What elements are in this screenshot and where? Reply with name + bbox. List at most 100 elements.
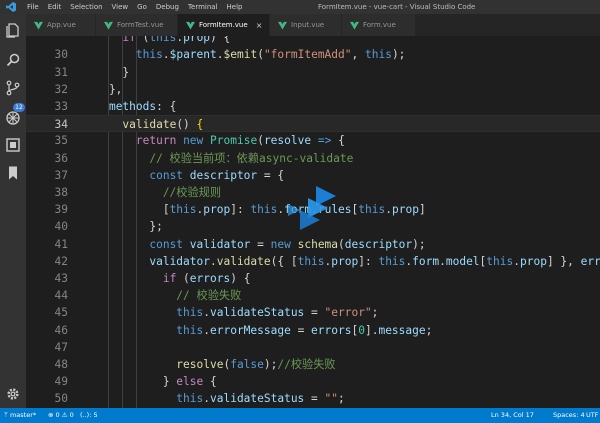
menu-item-debug[interactable]: Debug	[156, 0, 179, 14]
tab-form-vue[interactable]: Form.vue	[342, 14, 416, 36]
line-number: 43	[54, 272, 68, 285]
code-token: {	[203, 375, 217, 389]
code-token: =>	[317, 134, 332, 148]
code-line[interactable]: 32 },	[26, 81, 600, 98]
code-token: this	[297, 254, 325, 268]
code-line[interactable]: 31 }	[26, 64, 600, 81]
menu-item-go[interactable]: Go	[137, 0, 147, 14]
vue-file-icon	[278, 21, 287, 30]
code-token: errors	[189, 272, 231, 285]
line-number: 34	[54, 118, 68, 132]
code-token: descriptor	[189, 168, 258, 182]
code-token: //校验规则	[82, 186, 222, 199]
code-line[interactable]: 33 methods: {	[26, 98, 600, 115]
source-control-icon[interactable]	[5, 80, 21, 96]
code-line[interactable]: 36 // 校验当前项：依赖async-validate	[26, 150, 600, 167]
code-token: this	[169, 203, 197, 217]
menu-item-view[interactable]: View	[112, 0, 129, 14]
line-number: 44	[54, 289, 68, 303]
close-icon[interactable]: ×	[256, 21, 263, 30]
line-number: 45	[54, 306, 68, 320]
debug-icon[interactable]	[5, 110, 21, 126]
menu-item-help[interactable]: Help	[227, 0, 243, 14]
branch-indicator[interactable]: ᛘ master*	[4, 408, 36, 423]
search-icon[interactable]	[5, 52, 21, 68]
explorer-icon[interactable]	[5, 22, 21, 38]
code-line[interactable]: 35 return new Promise(resolve => {	[26, 132, 600, 149]
code-line[interactable]: 30 this.$parent.$emit("formItemAdd", thi…	[26, 46, 600, 63]
code-line[interactable]: if (this.prop) {	[26, 36, 600, 46]
code-token: validator	[189, 237, 251, 251]
code-token: this	[135, 48, 163, 62]
error-icon: ⊗	[48, 411, 54, 419]
tab-label: App.vue	[47, 21, 76, 29]
code-text: };	[82, 218, 162, 235]
code-token: .	[216, 48, 224, 62]
tab-input-vue[interactable]: Input.vue	[270, 14, 342, 36]
tab-label: FormItem.vue	[199, 21, 248, 29]
code-text: this.$parent.$emit("formItemAdd", this);	[82, 46, 406, 63]
code-text: resolve(false);//校验失败	[82, 356, 335, 373]
indentation[interactable]: Spaces: 4	[553, 408, 585, 423]
menu-bar: File Edit Selection View Go Debug Terminal Help	[27, 0, 242, 14]
encoding[interactable]: UTF	[586, 408, 598, 423]
code-line[interactable]: 43 if (errors) {	[26, 270, 600, 287]
code-line[interactable]: 44 // 校验失败	[26, 287, 600, 304]
watermark-logo-icon	[288, 186, 336, 230]
tab-app-vue[interactable]: App.vue	[26, 14, 96, 36]
tab-formitem-vue[interactable]: FormItem.vue ×	[178, 14, 270, 36]
menu-item-selection[interactable]: Selection	[70, 0, 102, 14]
line-number: 39	[54, 203, 68, 217]
code-token: descriptor	[344, 237, 413, 251]
code-line[interactable]: 46 this.errorMessage = errors[0].message…	[26, 322, 600, 339]
code-token: .	[385, 203, 392, 217]
code-token: {	[196, 118, 204, 132]
menu-item-file[interactable]: File	[27, 0, 39, 14]
code-token: ;	[371, 306, 379, 320]
tab-formtest-vue[interactable]: FormTest.vue	[96, 14, 178, 36]
code-line[interactable]: 45 this.validateStatus = "error";	[26, 304, 600, 321]
code-token: if	[122, 36, 136, 45]
cursor-position[interactable]: Ln 34, Col 17	[491, 408, 534, 423]
vue-file-icon	[104, 21, 113, 30]
code-token: resolve	[176, 358, 224, 371]
code-line[interactable]: 41 const validator = new schema(descript…	[26, 236, 600, 253]
code-line[interactable]: 49 } else {	[26, 373, 600, 390]
code-token: this	[149, 36, 177, 45]
code-line[interactable]: 48 resolve(false);//校验失败	[26, 356, 600, 373]
code-line[interactable]: 47	[26, 339, 600, 356]
extensions-icon[interactable]	[5, 137, 21, 153]
code-token: this	[378, 254, 406, 268]
code-token: this	[358, 203, 386, 217]
code-token: =	[250, 237, 271, 251]
settings-gear-icon[interactable]	[5, 386, 21, 402]
code-token: new	[183, 134, 204, 148]
code-text: this.errorMessage = errors[0].message;	[82, 322, 432, 339]
code-token: );	[412, 237, 426, 251]
code-token: const	[149, 168, 184, 182]
code-token: ].	[364, 323, 379, 337]
vue-file-icon	[186, 21, 195, 30]
code-line[interactable]: 34 validate() {	[26, 115, 600, 133]
warning-icon: ⚠	[61, 411, 68, 419]
code-line[interactable]: 50 this.validateStatus = "";	[26, 390, 600, 407]
code-token: =	[304, 392, 325, 406]
code-line[interactable]: 37 const descriptor = {	[26, 167, 600, 184]
line-number: 33	[54, 100, 68, 113]
code-token: ;	[338, 392, 345, 406]
problems-indicator[interactable]: ⊗ 0 ⚠ 0	[48, 408, 74, 423]
code-line[interactable]: 42 validator.validate({ [this.prop]: thi…	[26, 253, 600, 270]
code-editor[interactable]: if (this.prop) {30 this.$parent.$emit("f…	[26, 36, 600, 408]
bookmark-icon[interactable]	[5, 165, 21, 181]
code-token: erro	[580, 254, 600, 268]
status-extra[interactable]: (..): 5	[80, 408, 98, 423]
menu-item-terminal[interactable]: Terminal	[188, 0, 218, 14]
warning-count: 0	[69, 411, 74, 419]
menu-item-edit[interactable]: Edit	[48, 0, 62, 14]
window-title: FormItem.vue - vue-cart - Visual Studio …	[318, 3, 476, 11]
code-token: "error"	[324, 306, 372, 320]
vscode-logo-icon	[6, 2, 16, 12]
